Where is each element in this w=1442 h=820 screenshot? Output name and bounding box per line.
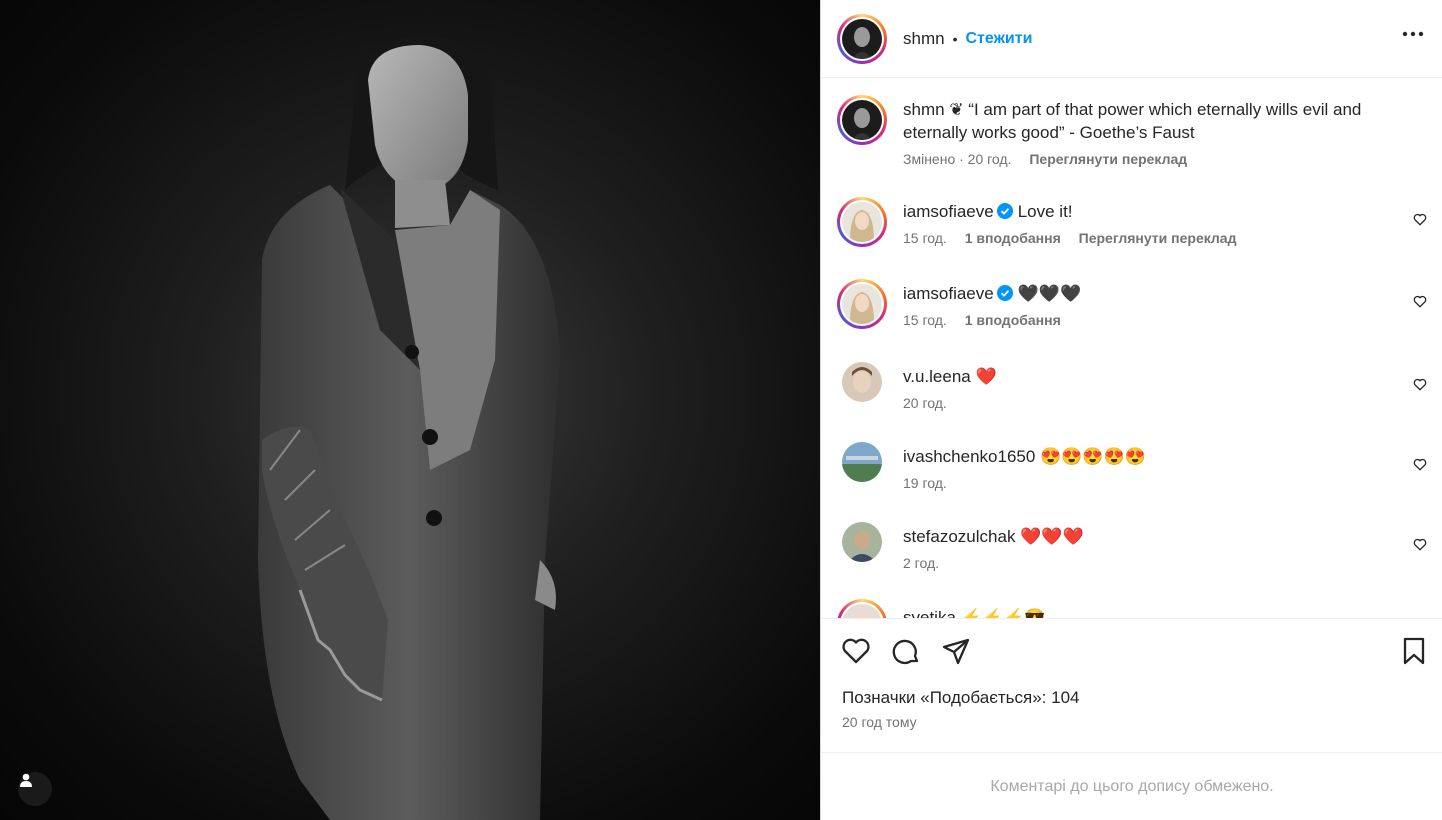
- comment-time: 2 год.: [903, 555, 940, 571]
- commenter-avatar[interactable]: [837, 599, 887, 619]
- comment-time: 20 год.: [903, 395, 947, 411]
- comment-emoji-text: ❤️: [975, 367, 997, 386]
- comment-row: iamsofiaeve 🖤🖤🖤 15 год. 1 вподобання: [837, 279, 1427, 329]
- comment-row: v.u.leena ❤️ 20 год.: [837, 362, 1427, 411]
- like-heart-icon[interactable]: [841, 637, 871, 665]
- comment-username[interactable]: iamsofiaeve: [903, 284, 994, 303]
- photo-illustration: [258, 35, 560, 820]
- avatar-image: [842, 18, 882, 59]
- avatar-image: [842, 100, 882, 140]
- avatar-image: [842, 604, 882, 619]
- verified-badge-icon: [996, 285, 1013, 301]
- like-comment-heart-icon[interactable]: [1413, 295, 1427, 308]
- post-photo[interactable]: [0, 0, 820, 820]
- comment-username[interactable]: v.u.leena: [903, 367, 971, 386]
- like-comment-heart-icon[interactable]: [1413, 213, 1427, 226]
- instagram-post-view: shmn • Стежити shmn ❦ “I am part of that…: [0, 0, 1442, 820]
- caption-emoji: ❦: [949, 100, 964, 119]
- comment-username[interactable]: iamsofiaeve: [903, 202, 994, 221]
- more-options-button[interactable]: [1402, 24, 1424, 42]
- comments-list[interactable]: shmn ❦ “I am part of that power which et…: [821, 79, 1442, 619]
- commenter-avatar[interactable]: [842, 362, 882, 402]
- comment-username[interactable]: ivashchenko1650: [903, 447, 1035, 466]
- author-avatar[interactable]: [837, 95, 887, 145]
- comment-likes[interactable]: 1 вподобання: [965, 312, 1061, 328]
- save-bookmark-icon[interactable]: [1401, 637, 1427, 665]
- like-comment-heart-icon[interactable]: [1413, 458, 1427, 471]
- caption: shmn ❦ “I am part of that power which et…: [837, 95, 1427, 167]
- commenter-avatar[interactable]: [842, 442, 882, 482]
- avatar-image: [842, 442, 882, 482]
- caption-edited-time: Змінено · 20 год.: [903, 151, 1012, 167]
- separator-dot: •: [952, 30, 958, 47]
- likes-count[interactable]: Позначки «Подобається»: 104: [842, 688, 1079, 708]
- comment-text: Love it!: [1017, 202, 1073, 221]
- author-username[interactable]: shmn: [903, 29, 945, 49]
- post-actions-bar: Позначки «Подобається»: 104 20 год тому: [821, 618, 1442, 753]
- comment-row: svetika ⚡⚡⚡😎: [837, 599, 1427, 619]
- comment-time: 15 год.: [903, 230, 947, 246]
- author-avatar[interactable]: [837, 13, 887, 64]
- comment-time: 15 год.: [903, 312, 947, 328]
- like-comment-heart-icon[interactable]: [1413, 538, 1427, 551]
- comment-emoji-text: ❤️❤️❤️: [1020, 527, 1084, 546]
- commenter-avatar[interactable]: [842, 522, 882, 562]
- comment-username[interactable]: stefazozulchak: [903, 527, 1015, 546]
- post-time: 20 год тому: [842, 714, 917, 730]
- comment-row: iamsofiaeve Love it! 15 год. 1 вподобання…: [837, 197, 1427, 247]
- avatar-image: [842, 522, 882, 562]
- avatar-image: [842, 284, 882, 324]
- verified-badge-icon: [996, 203, 1013, 219]
- commenter-avatar[interactable]: [837, 279, 887, 329]
- like-comment-heart-icon[interactable]: [1413, 378, 1427, 391]
- comment-icon[interactable]: [891, 637, 921, 667]
- comment-emoji-text: 😍😍😍😍😍: [1040, 447, 1146, 466]
- comment-row: ivashchenko1650 😍😍😍😍😍 19 год.: [837, 442, 1427, 491]
- more-icon: [1402, 31, 1424, 37]
- caption-username[interactable]: shmn: [903, 100, 945, 119]
- comment-time: 19 год.: [903, 475, 947, 491]
- see-translation-link[interactable]: Переглянути переклад: [1029, 151, 1187, 167]
- commenter-avatar[interactable]: [837, 197, 887, 247]
- comments-limited-notice: Коментарі до цього допису обмежено.: [990, 778, 1274, 795]
- caption-text: “I am part of that power which eternally…: [903, 100, 1362, 142]
- see-translation-link[interactable]: Переглянути переклад: [1079, 230, 1237, 246]
- tagged-user-button[interactable]: [18, 772, 52, 806]
- avatar-image: [842, 202, 882, 242]
- comment-row: stefazozulchak ❤️❤️❤️ 2 год.: [837, 522, 1427, 571]
- follow-button[interactable]: Стежити: [965, 30, 1032, 48]
- share-send-icon[interactable]: [941, 637, 971, 667]
- comment-likes[interactable]: 1 вподобання: [965, 230, 1061, 246]
- user-icon: [20, 773, 32, 787]
- avatar-image: [842, 362, 882, 402]
- post-header: shmn • Стежити: [821, 0, 1442, 78]
- comment-emoji-text: 🖤🖤🖤: [1017, 284, 1082, 303]
- post-details-panel: shmn • Стежити shmn ❦ “I am part of that…: [820, 0, 1442, 820]
